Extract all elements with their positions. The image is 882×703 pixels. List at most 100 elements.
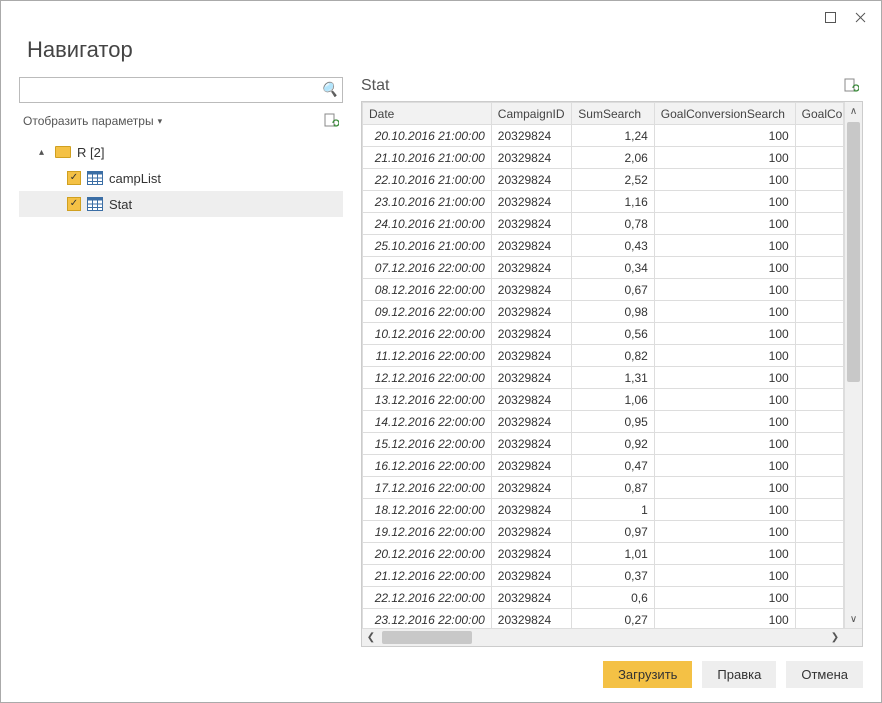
cell-goalco bbox=[795, 169, 843, 191]
source-tree: ▴ R [2] ✓ campList ✓ bbox=[19, 139, 343, 647]
cancel-button[interactable]: Отмена bbox=[786, 661, 863, 688]
load-button[interactable]: Загрузить bbox=[603, 661, 692, 688]
table-row[interactable]: 24.10.2016 21:00:00203298240,78100 bbox=[363, 213, 844, 235]
cell-goalco bbox=[795, 477, 843, 499]
display-params-link[interactable]: Отобразить параметры ▾ bbox=[23, 114, 162, 128]
cell-goalco bbox=[795, 191, 843, 213]
content: Навигатор 🔍 Отобразить параметры ▾ bbox=[1, 33, 881, 702]
header-row: Date CampaignID SumSearch GoalConversion… bbox=[363, 103, 844, 125]
close-button[interactable] bbox=[845, 5, 875, 29]
table-row[interactable]: 20.12.2016 22:00:00203298241,01100 bbox=[363, 543, 844, 565]
checkbox-checked-icon[interactable]: ✓ bbox=[67, 197, 81, 211]
cell-campaignid: 20329824 bbox=[491, 499, 572, 521]
cell-campaignid: 20329824 bbox=[491, 455, 572, 477]
table-row[interactable]: 17.12.2016 22:00:00203298240,87100 bbox=[363, 477, 844, 499]
table-row[interactable]: 19.12.2016 22:00:00203298240,97100 bbox=[363, 521, 844, 543]
cell-campaignid: 20329824 bbox=[491, 213, 572, 235]
table-row[interactable]: 14.12.2016 22:00:00203298240,95100 bbox=[363, 411, 844, 433]
data-table: Date CampaignID SumSearch GoalConversion… bbox=[362, 102, 844, 628]
cell-campaignid: 20329824 bbox=[491, 191, 572, 213]
cell-goalco bbox=[795, 235, 843, 257]
cell-sumsearch: 0,37 bbox=[572, 565, 655, 587]
cell-goalconversion: 100 bbox=[654, 455, 795, 477]
col-header-date[interactable]: Date bbox=[363, 103, 492, 125]
cell-sumsearch: 2,52 bbox=[572, 169, 655, 191]
folder-icon bbox=[55, 146, 71, 158]
search-icon[interactable]: 🔍 bbox=[321, 82, 338, 99]
table-body: 20.10.2016 21:00:00203298241,2410021.10.… bbox=[363, 125, 844, 629]
vertical-scrollbar[interactable]: ∧ ∨ bbox=[844, 102, 862, 628]
scroll-thumb[interactable] bbox=[847, 122, 860, 382]
scroll-left-icon[interactable]: ❮ bbox=[362, 629, 380, 646]
scroll-up-icon[interactable]: ∧ bbox=[845, 102, 862, 120]
cell-date: 17.12.2016 22:00:00 bbox=[363, 477, 492, 499]
cell-goalconversion: 100 bbox=[654, 235, 795, 257]
tree-item-stat[interactable]: ✓ Stat bbox=[19, 191, 343, 217]
cell-goalco bbox=[795, 257, 843, 279]
cell-campaignid: 20329824 bbox=[491, 477, 572, 499]
tree-item-label: campList bbox=[109, 171, 161, 186]
table-row[interactable]: 13.12.2016 22:00:00203298241,06100 bbox=[363, 389, 844, 411]
table-row[interactable]: 09.12.2016 22:00:00203298240,98100 bbox=[363, 301, 844, 323]
table-row[interactable]: 23.10.2016 21:00:00203298241,16100 bbox=[363, 191, 844, 213]
cell-sumsearch: 0,56 bbox=[572, 323, 655, 345]
cell-sumsearch: 0,43 bbox=[572, 235, 655, 257]
cell-goalconversion: 100 bbox=[654, 323, 795, 345]
cell-goalconversion: 100 bbox=[654, 345, 795, 367]
cell-sumsearch: 0,67 bbox=[572, 279, 655, 301]
preview-refresh-icon[interactable] bbox=[843, 78, 859, 94]
preview-panel: Stat bbox=[361, 77, 863, 647]
tree-item-camplist[interactable]: ✓ campList bbox=[19, 165, 343, 191]
cell-date: 14.12.2016 22:00:00 bbox=[363, 411, 492, 433]
tree-root[interactable]: ▴ R [2] bbox=[19, 139, 343, 165]
table-icon bbox=[87, 197, 103, 211]
refresh-icon[interactable] bbox=[323, 113, 339, 129]
scroll-down-icon[interactable]: ∨ bbox=[845, 610, 862, 628]
cell-date: 08.12.2016 22:00:00 bbox=[363, 279, 492, 301]
table-icon bbox=[87, 171, 103, 185]
cell-campaignid: 20329824 bbox=[491, 345, 572, 367]
cell-goalco bbox=[795, 411, 843, 433]
table-row[interactable]: 22.10.2016 21:00:00203298242,52100 bbox=[363, 169, 844, 191]
table-row[interactable]: 08.12.2016 22:00:00203298240,67100 bbox=[363, 279, 844, 301]
cell-goalconversion: 100 bbox=[654, 499, 795, 521]
cell-goalconversion: 100 bbox=[654, 191, 795, 213]
col-header-goalconversion[interactable]: GoalConversionSearch bbox=[654, 103, 795, 125]
cell-goalco bbox=[795, 455, 843, 477]
cell-campaignid: 20329824 bbox=[491, 609, 572, 629]
collapse-icon[interactable]: ▴ bbox=[39, 147, 49, 158]
col-header-campaignid[interactable]: CampaignID bbox=[491, 103, 572, 125]
search-box[interactable]: 🔍 bbox=[19, 77, 343, 103]
table-row[interactable]: 25.10.2016 21:00:00203298240,43100 bbox=[363, 235, 844, 257]
cell-sumsearch: 0,82 bbox=[572, 345, 655, 367]
preview-header: Stat bbox=[361, 77, 863, 95]
col-header-goalco[interactable]: GoalCo bbox=[795, 103, 843, 125]
table-row[interactable]: 10.12.2016 22:00:00203298240,56100 bbox=[363, 323, 844, 345]
table-row[interactable]: 20.10.2016 21:00:00203298241,24100 bbox=[363, 125, 844, 147]
table-row[interactable]: 15.12.2016 22:00:00203298240,92100 bbox=[363, 433, 844, 455]
search-input[interactable] bbox=[28, 82, 321, 99]
cell-goalconversion: 100 bbox=[654, 125, 795, 147]
table-row[interactable]: 16.12.2016 22:00:00203298240,47100 bbox=[363, 455, 844, 477]
table-row[interactable]: 21.12.2016 22:00:00203298240,37100 bbox=[363, 565, 844, 587]
main-area: 🔍 Отобразить параметры ▾ bbox=[19, 77, 863, 647]
cell-campaignid: 20329824 bbox=[491, 411, 572, 433]
horizontal-scrollbar[interactable]: ❮ ❯ bbox=[362, 628, 862, 646]
table-row[interactable]: 21.10.2016 21:00:00203298242,06100 bbox=[363, 147, 844, 169]
col-header-sumsearch[interactable]: SumSearch bbox=[572, 103, 655, 125]
cell-goalconversion: 100 bbox=[654, 213, 795, 235]
cell-sumsearch: 0,34 bbox=[572, 257, 655, 279]
scroll-right-icon[interactable]: ❯ bbox=[826, 629, 844, 646]
checkbox-checked-icon[interactable]: ✓ bbox=[67, 171, 81, 185]
table-row[interactable]: 22.12.2016 22:00:00203298240,6100 bbox=[363, 587, 844, 609]
cell-date: 20.12.2016 22:00:00 bbox=[363, 543, 492, 565]
cell-campaignid: 20329824 bbox=[491, 433, 572, 455]
table-row[interactable]: 11.12.2016 22:00:00203298240,82100 bbox=[363, 345, 844, 367]
edit-button[interactable]: Правка bbox=[702, 661, 776, 688]
table-row[interactable]: 18.12.2016 22:00:00203298241100 bbox=[363, 499, 844, 521]
table-row[interactable]: 12.12.2016 22:00:00203298241,31100 bbox=[363, 367, 844, 389]
table-row[interactable]: 07.12.2016 22:00:00203298240,34100 bbox=[363, 257, 844, 279]
scroll-thumb[interactable] bbox=[382, 631, 472, 644]
restore-button[interactable] bbox=[815, 5, 845, 29]
table-row[interactable]: 23.12.2016 22:00:00203298240,27100 bbox=[363, 609, 844, 629]
